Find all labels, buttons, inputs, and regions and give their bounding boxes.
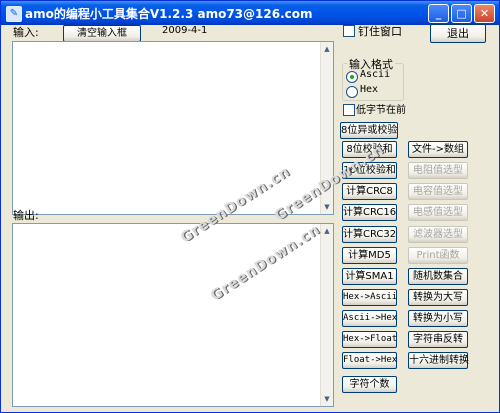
clear-input-button[interactable]: 清空输入框 — [63, 25, 141, 42]
capacitor-select-button[interactable]: 电容值选型 — [408, 183, 468, 200]
radio-ascii-label: Ascii — [360, 69, 391, 80]
input-format-group: 输入格式 Ascii Hex — [342, 56, 404, 101]
hex-to-ascii-button[interactable]: Hex->Ascii — [342, 289, 397, 306]
app-icon: ✎ — [6, 6, 22, 22]
close-button[interactable]: ✕ — [474, 4, 495, 23]
random-set-button[interactable]: 随机数集合 — [408, 268, 468, 285]
radio-ascii[interactable] — [346, 71, 358, 83]
float-to-hex-button[interactable]: Float->Hex — [342, 352, 397, 369]
app-window: ✎ amo的编程小工具集合V1.2.3 amo73@126.com _ □ ✕ … — [0, 0, 500, 413]
print-function-button[interactable]: Print函数 — [408, 247, 468, 264]
input-label: 输入: — [13, 26, 39, 39]
low-byte-first-label: 低字节在前 — [356, 105, 406, 116]
client-area: 输入: 清空输入框 2009-4-1 钉住窗口 退出 ▲ ▼ 输出: ▲ ▼ 输… — [4, 24, 496, 409]
hex-convert-button[interactable]: 十六进制转换 — [408, 352, 469, 369]
sma1-button[interactable]: 计算SMA1 — [342, 268, 397, 285]
output-label: 输出: — [13, 209, 39, 222]
low-byte-first-checkbox[interactable] — [343, 104, 355, 116]
title-bar[interactable]: ✎ amo的编程小工具集合V1.2.3 amo73@126.com _ □ ✕ — [1, 1, 499, 25]
resistor-select-button[interactable]: 电阻值选型 — [408, 162, 468, 179]
window-title: amo的编程小工具集合V1.2.3 amo73@126.com — [25, 7, 313, 21]
crc32-button[interactable]: 计算CRC32 — [342, 226, 397, 243]
scroll-up-icon[interactable]: ▲ — [322, 44, 332, 54]
scroll-up-icon[interactable]: ▲ — [322, 226, 332, 236]
radio-hex[interactable] — [346, 86, 358, 98]
to-lower-button[interactable]: 转换为小写 — [408, 310, 468, 327]
crc16-button[interactable]: 计算CRC16 — [342, 204, 397, 221]
pin-window-label: 钉住窗口 — [358, 25, 402, 38]
exit-button[interactable]: 退出 — [430, 24, 486, 43]
scroll-down-icon[interactable]: ▼ — [322, 202, 332, 212]
radio-hex-label: Hex — [360, 84, 379, 95]
hex-to-float-button[interactable]: Hex->Float — [342, 331, 397, 348]
minimize-button[interactable]: _ — [428, 4, 449, 23]
filter-select-button[interactable]: 滤波器选型 — [408, 226, 468, 243]
md5-button[interactable]: 计算MD5 — [342, 247, 397, 264]
crc8-button[interactable]: 计算CRC8 — [342, 183, 397, 200]
file-to-array-button[interactable]: 文件->数组 — [408, 141, 468, 158]
char-count-button[interactable]: 字符个数 — [342, 376, 397, 393]
to-upper-button[interactable]: 转换为大写 — [408, 289, 468, 306]
date-text: 2009-4-1 — [162, 25, 208, 36]
radio-selected-dot — [350, 75, 354, 79]
output-scrollbar[interactable]: ▲ ▼ — [320, 224, 333, 406]
string-reverse-button[interactable]: 字符串反转 — [408, 331, 468, 348]
input-textarea[interactable]: ▲ ▼ — [12, 41, 334, 215]
xor8-button[interactable]: 8位异或校验 — [340, 122, 398, 139]
inductor-select-button[interactable]: 电感值选型 — [408, 204, 468, 221]
pin-window-checkbox[interactable] — [343, 25, 355, 37]
scroll-down-icon[interactable]: ▼ — [322, 394, 332, 404]
maximize-button[interactable]: □ — [451, 4, 472, 23]
ascii-to-hex-button[interactable]: Ascii->Hex — [342, 310, 397, 327]
